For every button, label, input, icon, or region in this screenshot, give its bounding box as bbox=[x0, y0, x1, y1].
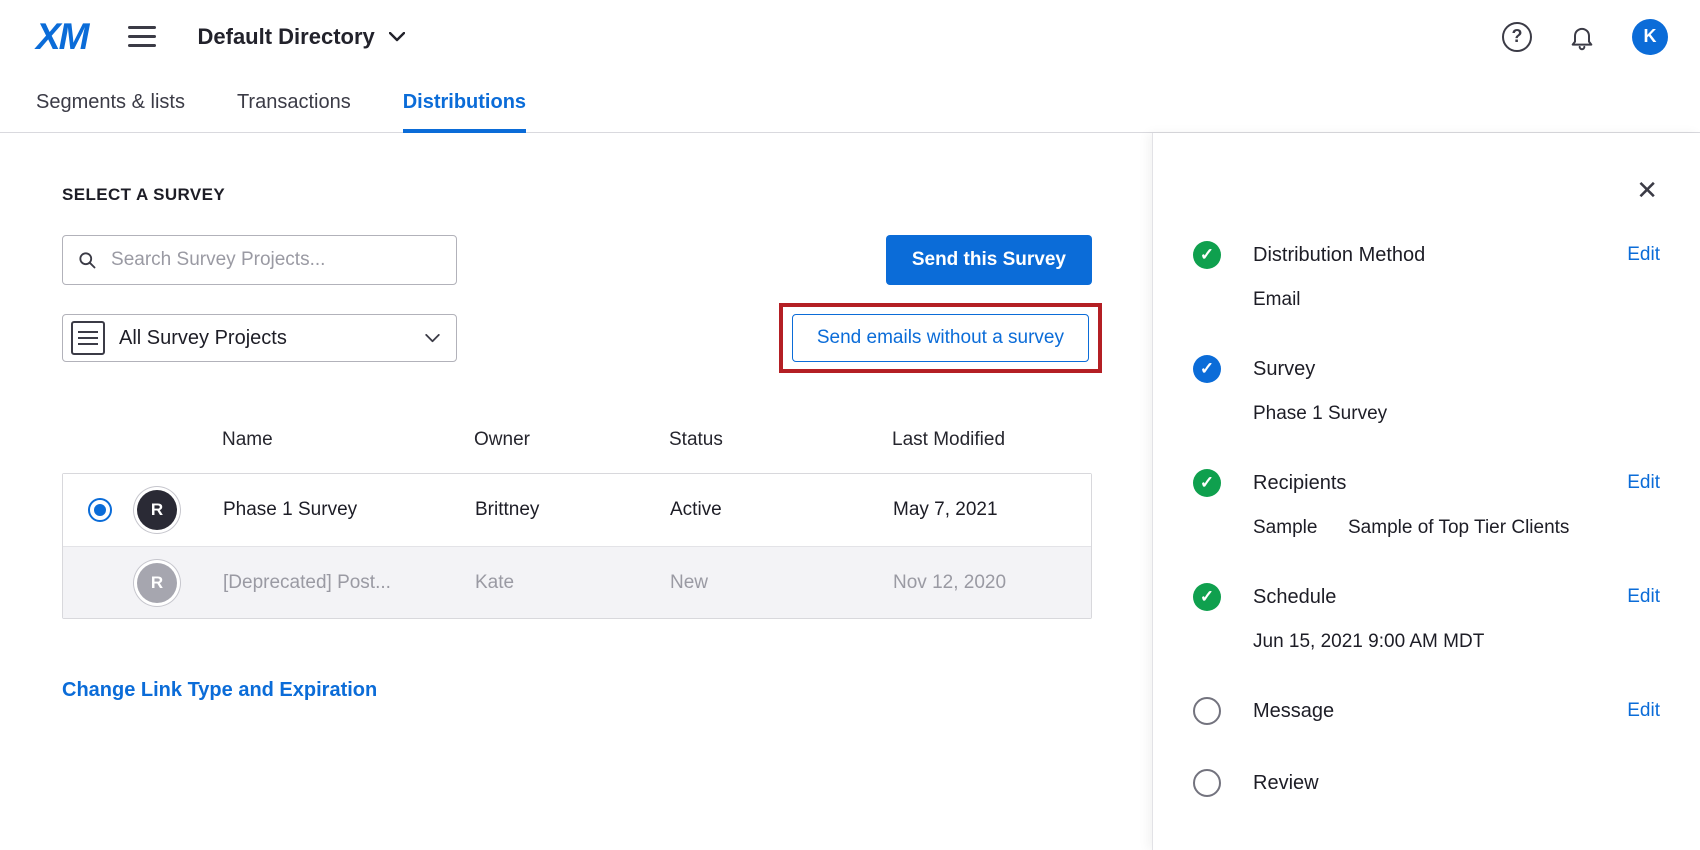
bell-icon bbox=[1571, 27, 1593, 50]
step-detail: Jun 15, 2021 9:00 AM MDT bbox=[1253, 631, 1485, 652]
chevron-down-icon bbox=[388, 31, 405, 41]
cell-owner: Brittney bbox=[475, 499, 540, 520]
step-review: Review bbox=[1193, 769, 1660, 797]
help-icon: ? bbox=[1511, 26, 1523, 46]
help-button[interactable]: ? bbox=[1502, 21, 1532, 52]
step-detail: Sample Sample of Top Tier Clients bbox=[1253, 517, 1660, 539]
cell-last-modified: Nov 12, 2020 bbox=[893, 571, 1007, 593]
edit-message-link[interactable]: Edit bbox=[1627, 700, 1660, 722]
step-label: Survey bbox=[1253, 357, 1316, 380]
step-label: Message bbox=[1253, 699, 1335, 722]
hamburger-menu-icon[interactable] bbox=[127, 26, 156, 47]
step-survey: Survey Phase 1 Survey bbox=[1193, 355, 1660, 425]
column-header-last-modified: Last Modified bbox=[892, 429, 1006, 450]
recipients-sample-name: Sample of Top Tier Clients bbox=[1348, 517, 1570, 538]
cell-name: [Deprecated] Post... bbox=[223, 571, 391, 593]
notifications-button[interactable] bbox=[1568, 23, 1596, 51]
user-avatar[interactable]: K bbox=[1632, 18, 1668, 55]
edit-schedule-link[interactable]: Edit bbox=[1627, 586, 1660, 608]
main-content: SELECT A SURVEY Send this Survey All Sur… bbox=[0, 133, 1152, 850]
change-link-type-link[interactable]: Change Link Type and Expiration bbox=[62, 679, 377, 702]
top-header: XM Default Directory ? K bbox=[0, 0, 1700, 73]
radio-selected[interactable] bbox=[88, 498, 112, 522]
send-emails-without-survey-button[interactable]: Send emails without a survey bbox=[791, 314, 1089, 362]
send-this-survey-button[interactable]: Send this Survey bbox=[885, 235, 1092, 285]
tab-segments-lists[interactable]: Segments & lists bbox=[36, 73, 185, 132]
step-distribution-method: Distribution Method Edit Email bbox=[1193, 241, 1660, 311]
directory-selector[interactable]: Default Directory bbox=[198, 24, 405, 50]
step-message: Message Edit bbox=[1193, 697, 1660, 725]
column-header-name: Name bbox=[222, 429, 273, 450]
close-icon[interactable]: ✕ bbox=[1636, 177, 1658, 203]
section-title: SELECT A SURVEY bbox=[62, 185, 226, 204]
tab-distributions[interactable]: Distributions bbox=[402, 73, 527, 133]
xm-logo: XM bbox=[36, 15, 89, 57]
edit-distribution-method-link[interactable]: Edit bbox=[1627, 244, 1660, 266]
search-box bbox=[62, 235, 457, 285]
search-icon bbox=[79, 252, 96, 269]
empty-circle-icon bbox=[1193, 769, 1221, 797]
cell-status: Active bbox=[670, 499, 722, 520]
edit-recipients-link[interactable]: Edit bbox=[1627, 472, 1660, 494]
dropdown-selected-value: All Survey Projects bbox=[119, 326, 287, 349]
survey-avatar: R bbox=[137, 562, 177, 603]
distribution-side-panel: ✕ Distribution Method Edit Email Survey … bbox=[1152, 133, 1700, 850]
chevron-down-icon bbox=[425, 333, 440, 342]
check-circle-icon bbox=[1193, 241, 1221, 269]
list-icon bbox=[71, 321, 105, 355]
tab-bar: Segments & lists Transactions Distributi… bbox=[0, 73, 1700, 133]
survey-table: Name Owner Status Last Modified R Phase … bbox=[62, 421, 1092, 619]
step-detail: Phase 1 Survey bbox=[1253, 403, 1388, 424]
survey-avatar: R bbox=[137, 490, 177, 530]
step-detail: Email bbox=[1253, 289, 1301, 310]
check-circle-icon bbox=[1193, 355, 1221, 383]
tab-transactions[interactable]: Transactions bbox=[237, 73, 351, 132]
annotation-highlight: Send emails without a survey bbox=[778, 303, 1102, 373]
empty-circle-icon bbox=[1193, 697, 1221, 725]
check-circle-icon bbox=[1193, 469, 1221, 497]
table-row-phase-1-survey[interactable]: R Phase 1 Survey Brittney Active May 7, … bbox=[63, 474, 1091, 546]
column-header-owner: Owner bbox=[474, 429, 530, 450]
table-header: Name Owner Status Last Modified bbox=[62, 421, 1092, 459]
avatar-initial: K bbox=[1643, 26, 1657, 46]
directory-label: Default Directory bbox=[197, 23, 375, 49]
step-label: Recipients bbox=[1253, 471, 1347, 494]
check-circle-icon bbox=[1193, 583, 1221, 611]
cell-owner: Kate bbox=[475, 571, 515, 593]
step-label: Schedule bbox=[1253, 585, 1337, 608]
project-filter-dropdown[interactable]: All Survey Projects bbox=[62, 314, 457, 362]
table-row-deprecated[interactable]: R [Deprecated] Post... Kate New Nov 12, … bbox=[63, 546, 1091, 618]
step-label: Distribution Method bbox=[1253, 243, 1426, 266]
step-recipients: Recipients Edit Sample Sample of Top Tie… bbox=[1193, 469, 1660, 539]
cell-name: Phase 1 Survey bbox=[223, 499, 358, 520]
step-schedule: Schedule Edit Jun 15, 2021 9:00 AM MDT bbox=[1193, 583, 1660, 653]
step-label: Review bbox=[1253, 771, 1319, 794]
recipients-type: Sample bbox=[1253, 517, 1318, 538]
cell-status: New bbox=[670, 571, 709, 593]
search-input[interactable] bbox=[109, 248, 442, 272]
column-header-status: Status bbox=[669, 429, 723, 450]
cell-last-modified: May 7, 2021 bbox=[893, 499, 998, 520]
